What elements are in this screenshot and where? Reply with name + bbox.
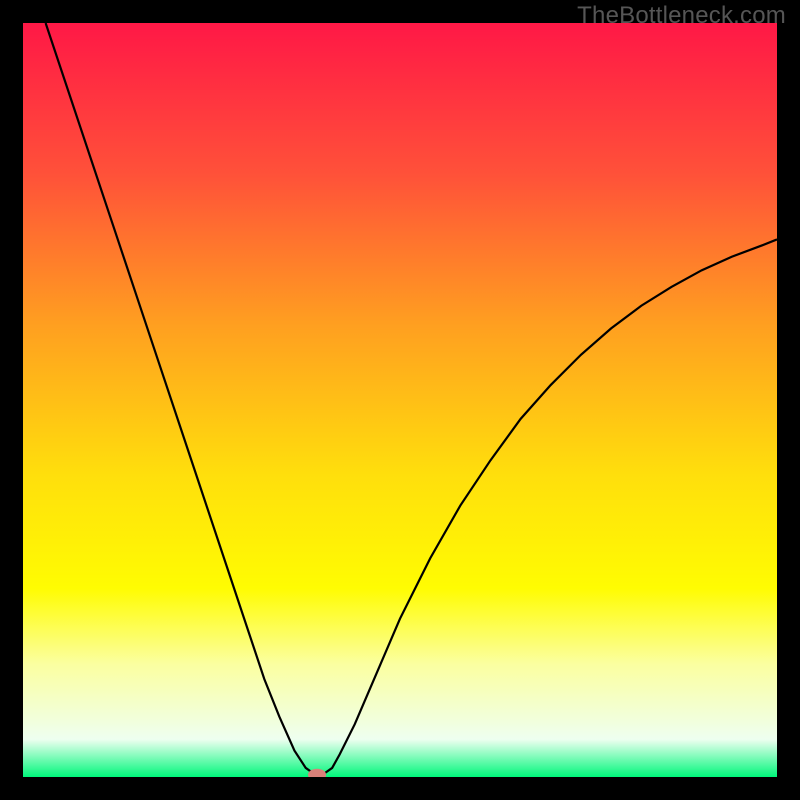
watermark-text: TheBottleneck.com xyxy=(577,2,786,30)
chart-frame: TheBottleneck.com xyxy=(0,0,800,800)
chart-background xyxy=(23,23,777,777)
bottleneck-chart xyxy=(23,23,777,777)
